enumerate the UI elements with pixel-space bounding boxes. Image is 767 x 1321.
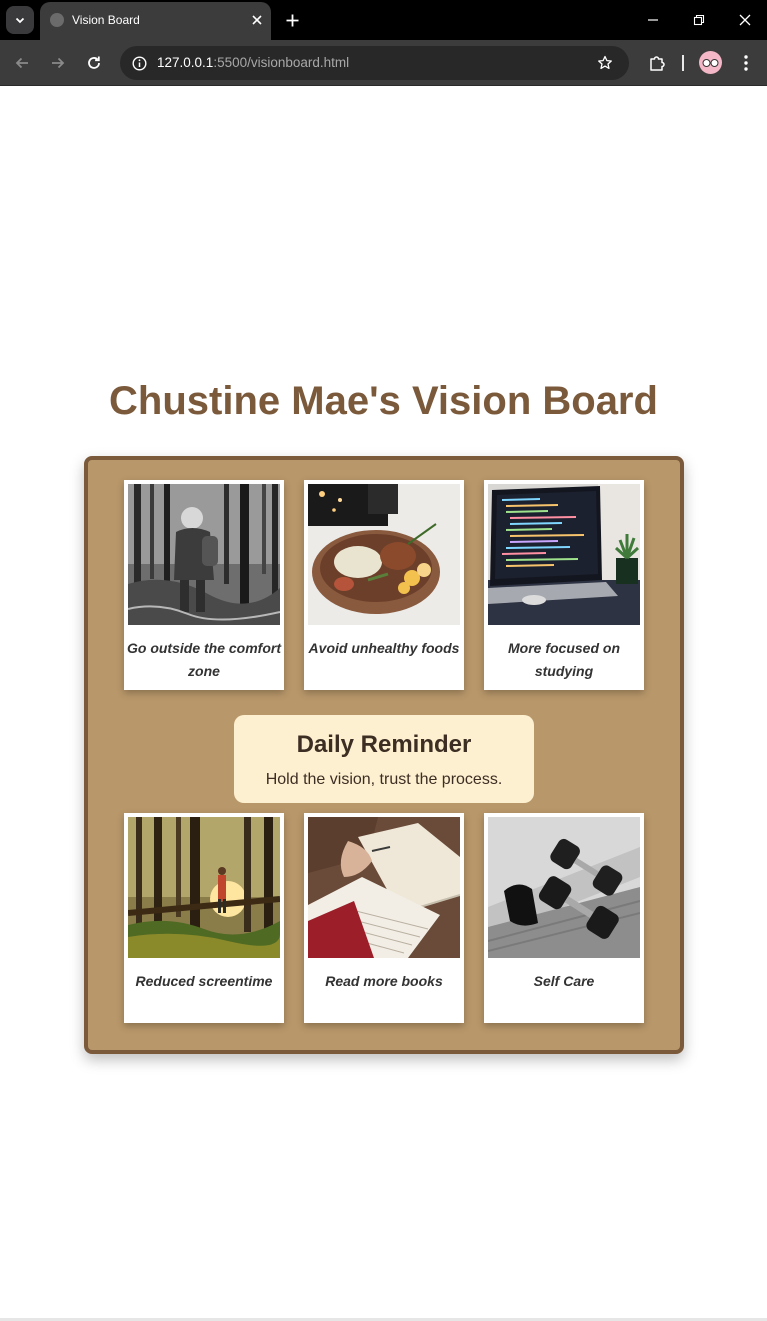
extensions-button[interactable] [645,51,669,75]
tab-close-button[interactable] [248,11,266,29]
page-viewport: Chustine Mae's Vision Board Go outside t… [0,87,767,1321]
tab-title: Vision Board [72,13,140,27]
globe-icon [50,13,64,27]
minimize-icon [648,19,658,21]
laptop-code-photo [488,484,640,625]
card-caption: More focused on studying [507,640,620,679]
glasses-icon [702,58,719,67]
card-caption: Avoid unhealthy foods [308,640,460,656]
profile-avatar[interactable] [699,51,722,74]
vision-card: More focused on studying [484,480,644,690]
toolbar-divider [682,55,684,71]
vision-card: Avoid unhealthy foods [304,480,464,690]
vision-card: Read more books [304,813,464,1023]
reload-icon [88,56,100,69]
dumbbells-photo [488,817,640,958]
bookmark-button[interactable] [595,53,615,73]
vision-card: Self Care [484,813,644,1023]
puzzle-icon [650,56,665,71]
url-path: :5500/visionboard.html [213,55,350,70]
url-host: 127.0.0.1 [157,55,214,70]
kebab-menu-icon [744,55,748,71]
reload-button[interactable] [82,51,106,75]
back-button[interactable] [10,51,34,75]
browser-toolbar: 127.0.0.1:5500/visionboard.html [0,40,767,86]
active-tab[interactable]: Vision Board [40,2,271,40]
restore-button[interactable] [686,7,712,33]
card-caption: Read more books [325,973,443,989]
address-bar[interactable]: 127.0.0.1:5500/visionboard.html [120,46,629,80]
open-books-notes-photo [308,817,460,958]
close-window-button[interactable] [732,7,758,33]
reminder-heading: Daily Reminder [296,731,472,758]
vision-card: Go outside the comfort zone [124,480,284,690]
page-title: Chustine Mae's Vision Board [109,379,658,423]
card-caption: Self Care [533,973,595,989]
forward-button[interactable] [46,51,70,75]
arrow-right-icon [52,57,65,69]
close-icon [739,14,751,26]
restore-icon [693,14,705,26]
person-forest-sunset-photo [128,817,280,958]
healthy-food-bowl-photo [308,484,460,625]
site-info-button[interactable] [127,51,151,75]
minimize-button[interactable] [640,7,666,33]
daily-reminder: Daily Reminder Hold the vision, trust th… [234,715,534,803]
reminder-text: Hold the vision, trust the process. [265,771,503,788]
arrow-left-icon [15,57,28,69]
vision-card: Reduced screentime [124,813,284,1023]
info-icon [131,55,147,71]
tab-search-button[interactable] [6,6,34,34]
plus-icon [286,14,298,26]
card-caption: Go outside the comfort zone [127,640,281,679]
new-tab-button[interactable] [281,9,303,31]
more-menu-button[interactable] [735,51,757,75]
chevron-down-icon [15,17,25,24]
star-icon [598,55,612,70]
vision-board: Go outside the comfort zone Avoid unheal… [84,456,684,1054]
card-caption: Reduced screentime [135,973,273,989]
person-walking-forest-bw-photo [128,484,280,625]
tab-strip: Vision Board [0,0,767,40]
close-icon [252,15,262,25]
url-text[interactable]: 127.0.0.1:5500/visionboard.html [157,55,349,70]
